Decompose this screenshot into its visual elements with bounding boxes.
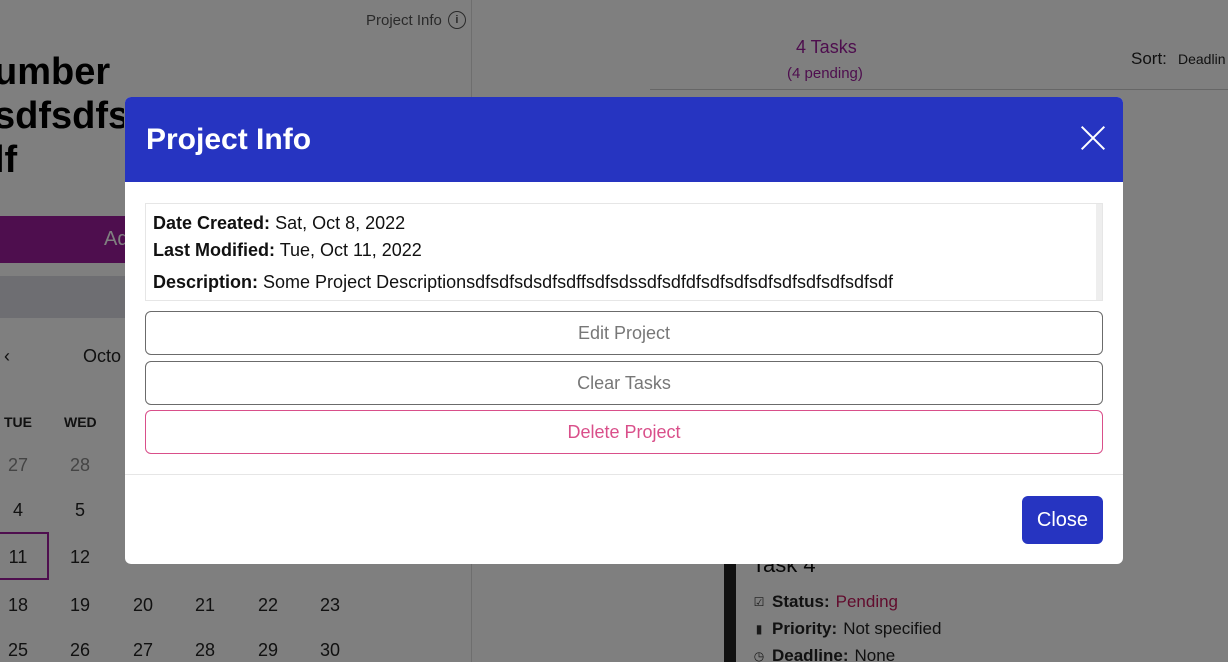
- edit-project-button[interactable]: Edit Project: [145, 311, 1103, 355]
- description-label: Description:: [153, 272, 259, 292]
- project-details-box: Date Created: Sat, Oct 8, 2022 Last Modi…: [145, 203, 1103, 301]
- last-modified-label: Last Modified:: [153, 240, 275, 260]
- close-icon[interactable]: [1080, 125, 1106, 151]
- description-value: Some Project Descriptionsdfsdfsdsdfsdffs…: [263, 272, 893, 292]
- clear-tasks-button[interactable]: Clear Tasks: [145, 361, 1103, 405]
- modal-title: Project Info: [146, 123, 312, 156]
- description-row: Description: Some Project Descriptionsdf…: [153, 272, 893, 293]
- date-created-row: Date Created: Sat, Oct 8, 2022: [153, 213, 405, 234]
- details-scrollbar[interactable]: [1096, 204, 1102, 300]
- date-created-label: Date Created:: [153, 213, 271, 233]
- modal-footer-divider: [125, 474, 1123, 475]
- last-modified-row: Last Modified: Tue, Oct 11, 2022: [153, 240, 422, 261]
- project-info-modal: Project Info Date Created: Sat, Oct 8, 2…: [125, 97, 1123, 564]
- close-button[interactable]: Close: [1022, 496, 1103, 544]
- last-modified-value: Tue, Oct 11, 2022: [279, 240, 422, 260]
- date-created-value: Sat, Oct 8, 2022: [275, 213, 406, 233]
- modal-header: Project Info: [125, 97, 1123, 182]
- delete-project-button[interactable]: Delete Project: [145, 410, 1103, 454]
